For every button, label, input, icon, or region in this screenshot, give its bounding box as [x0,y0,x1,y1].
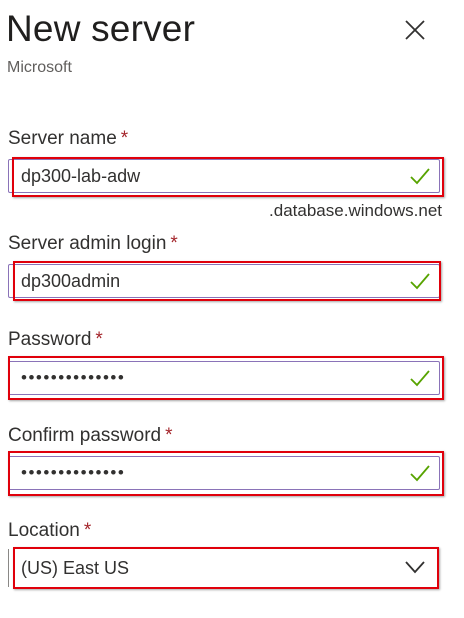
valid-check-icon [409,166,431,186]
location-label-text: Location [8,520,80,541]
panel-subtitle: Microsoft [7,59,72,76]
server-name-suffix: .database.windows.net [269,201,442,220]
server-name-value: dp300-lab-adw [21,166,141,186]
close-icon [405,20,425,40]
admin-login-label-text: Server admin login [8,233,167,254]
server-name-input[interactable]: dp300-lab-adw [8,159,440,193]
required-marker: * [120,128,129,149]
password-value: •••••••••••••• [21,368,126,387]
admin-login-label: Server admin login * [8,232,178,256]
location-value: (US) East US [21,558,130,578]
chevron-down-icon [404,559,426,575]
valid-check-icon [409,271,431,291]
confirm-password-value: •••••••••••••• [21,463,126,482]
confirm-password-label: Confirm password * [8,424,173,448]
valid-check-icon [409,368,431,388]
server-name-label: Server name * [8,127,128,151]
server-name-label-text: Server name [8,128,117,149]
panel-title: New server [6,8,196,49]
required-marker: * [170,233,178,254]
admin-login-input[interactable]: dp300admin [8,264,440,298]
required-marker: * [95,329,103,350]
location-label: Location * [8,519,91,543]
password-label-text: Password [8,329,92,350]
admin-login-value: dp300admin [21,271,121,291]
required-marker: * [165,425,173,446]
password-input[interactable]: •••••••••••••• [8,361,440,395]
confirm-password-label-text: Confirm password [8,425,162,446]
valid-check-icon [409,463,431,483]
location-select[interactable]: (US) East US [8,549,440,587]
required-marker: * [83,520,92,541]
close-button[interactable] [397,12,433,48]
confirm-password-input[interactable]: •••••••••••••• [8,456,440,490]
password-label: Password * [8,328,103,352]
